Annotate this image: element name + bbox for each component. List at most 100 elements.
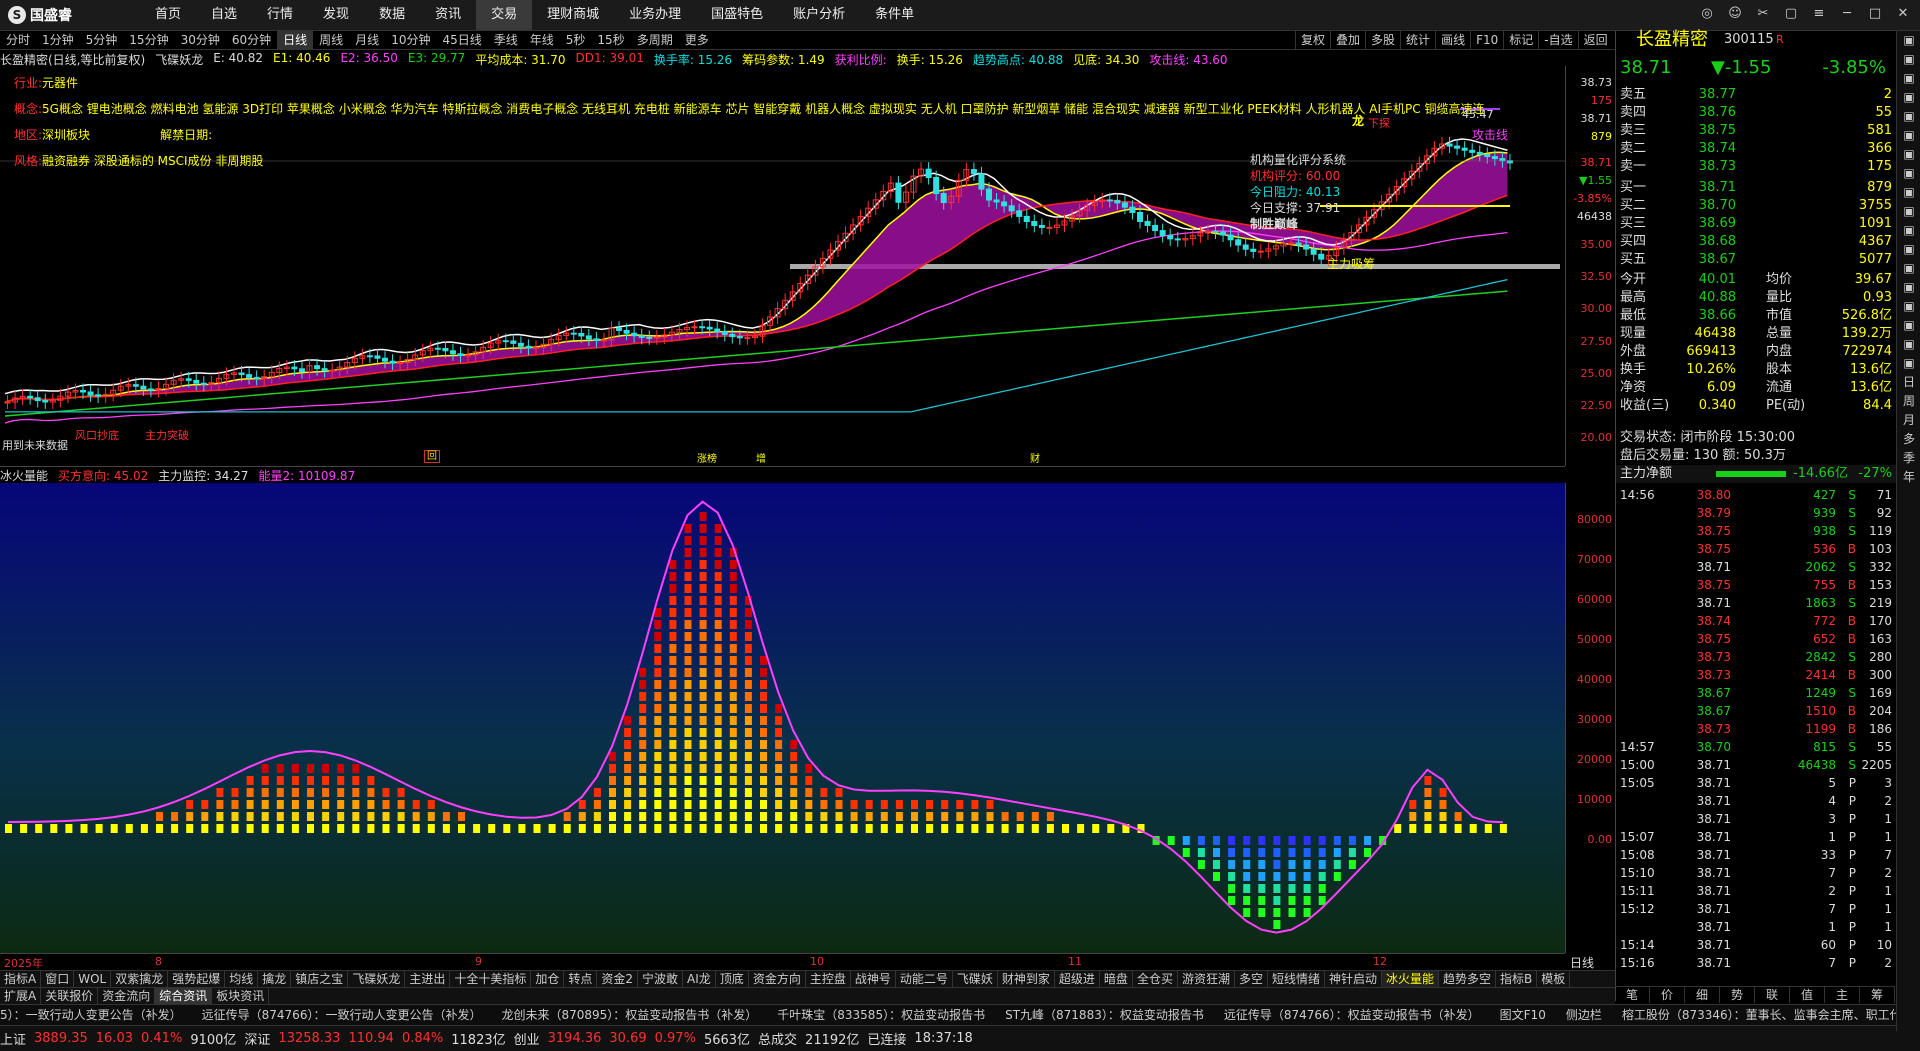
indicator-tab[interactable]: AI龙	[683, 971, 716, 987]
indicator-tab[interactable]: 战神号	[851, 971, 896, 987]
indicator-tab[interactable]: 强势起爆	[168, 971, 226, 987]
indicator-tab[interactable]: 趋势多空	[1439, 971, 1497, 987]
sidebar-period[interactable]: 多	[1897, 430, 1920, 449]
tools-icon[interactable]: ✂	[1752, 4, 1774, 24]
indicator-tab[interactable]: 十全十美指标	[450, 971, 532, 987]
quote-tab[interactable]: 主	[1825, 987, 1860, 1003]
sidebar-tool-icon[interactable]: ▣	[1897, 240, 1920, 259]
period-tab[interactable]: 30分钟	[175, 31, 226, 49]
event-marker[interactable]: 财	[1030, 450, 1040, 465]
news-item[interactable]: 远征传导（874766）：权益变动报告书（补发）	[1224, 1008, 1480, 1022]
period-tab[interactable]: 15秒	[591, 31, 630, 49]
menu-item[interactable]: 账户分析	[778, 0, 860, 30]
extension-tab[interactable]: 关联报价	[41, 988, 99, 1004]
indicator-tab[interactable]: 多空	[1235, 971, 1268, 987]
sidebar-tool-icon[interactable]: ▣	[1897, 31, 1920, 50]
sidebar-tool-icon[interactable]: ▣	[1897, 202, 1920, 221]
extension-tab[interactable]: 资金流向	[98, 988, 156, 1004]
minimize-icon[interactable]: ─	[1836, 4, 1858, 24]
sidebar-tool-icon[interactable]: ▣	[1897, 183, 1920, 202]
quote-tab[interactable]: 筹	[1860, 987, 1895, 1003]
indicator-tab[interactable]: 指标A	[0, 971, 42, 987]
tool-button[interactable]: 返回	[1577, 31, 1613, 49]
menu-item[interactable]: 业务办理	[614, 0, 696, 30]
sidebar-tool-icon[interactable]: ▣	[1897, 88, 1920, 107]
sidebar-tool-icon[interactable]: ▣	[1897, 107, 1920, 126]
sidebar-period[interactable]: 月	[1897, 411, 1920, 430]
news-item[interactable]: 榕工股份（873346）：董事长、监事会主席、职工代表	[1622, 1008, 1914, 1022]
indicator-tab[interactable]: 资金方向	[749, 971, 806, 987]
period-tab[interactable]: 多周期	[631, 31, 679, 49]
quote-tab[interactable]: 联	[1755, 987, 1790, 1003]
menu-item[interactable]: 发现	[308, 0, 364, 30]
menu-item[interactable]: 数据	[364, 0, 420, 30]
extension-tab[interactable]: 板块资讯	[212, 988, 270, 1004]
extension-tab[interactable]: 综合资讯	[155, 988, 213, 1004]
indicator-tab[interactable]: 资金2	[597, 971, 639, 987]
period-tab[interactable]: 月线	[349, 31, 385, 49]
indicator-tab[interactable]: WOL	[74, 971, 112, 987]
indicator-tab[interactable]: 镇店之宝	[291, 971, 349, 987]
menu-item[interactable]: 首页	[140, 0, 196, 30]
news-item[interactable]: 图文F10	[1500, 1008, 1546, 1022]
period-tab[interactable]: 45日线	[436, 31, 487, 49]
sidebar-period[interactable]: 季	[1897, 449, 1920, 468]
sidebar-tool-icon[interactable]: ▣	[1897, 354, 1920, 373]
message-icon[interactable]: ◎	[1696, 4, 1718, 24]
indicator-tab[interactable]: 冰火量能	[1382, 971, 1440, 987]
indicator-tab[interactable]: 游资狂潮	[1178, 971, 1235, 987]
tool-button[interactable]: 画线	[1435, 31, 1470, 49]
sidebar-tool-icon[interactable]: ▣	[1897, 69, 1920, 88]
quote-tab[interactable]: 细	[1685, 987, 1720, 1003]
news-item[interactable]: 龙创未来（870895）：权益变动报告书（补发）	[501, 1008, 757, 1022]
sidebar-period[interactable]: 周	[1897, 392, 1920, 411]
sidebar-tool-icon[interactable]: ▣	[1897, 316, 1920, 335]
period-tab[interactable]: 年线	[524, 31, 560, 49]
tool-button[interactable]: 叠加	[1330, 31, 1365, 49]
indicator-tab[interactable]: 顶底	[716, 971, 749, 987]
tool-button[interactable]: 多股	[1365, 31, 1400, 49]
news-item[interactable]: 千叶珠宝（833585）：权益变动报告书	[777, 1008, 985, 1022]
indicator-tab[interactable]: 指标B	[1496, 971, 1538, 987]
skin-icon[interactable]: ▢	[1780, 4, 1802, 24]
news-ticker[interactable]: 5）：一致行动人变更公告（补发） 远征传导（874766）：一致行动人变更公告（补…	[0, 1004, 1920, 1025]
menu-item[interactable]: 理财商城	[532, 0, 614, 30]
sidebar-period[interactable]: 日	[1897, 373, 1920, 392]
sidebar-tool-icon[interactable]: ▣	[1897, 278, 1920, 297]
period-tab[interactable]: 更多	[679, 31, 715, 49]
indicator-tab[interactable]: 窗口	[41, 971, 75, 987]
tool-button[interactable]: F10	[1470, 31, 1503, 49]
indicator-tab[interactable]: 宁波敢	[638, 971, 684, 987]
app-logo[interactable]: S 国盛睿	[8, 4, 72, 26]
ice-fire-volume-chart[interactable]	[0, 483, 1565, 953]
menu-item[interactable]: 自选	[196, 0, 252, 30]
period-tab[interactable]: 5秒	[560, 31, 592, 49]
period-tab[interactable]: 15分钟	[123, 31, 174, 49]
quote-tab[interactable]: 势	[1720, 987, 1755, 1003]
indicator-tab[interactable]: 暗盘	[1100, 971, 1133, 987]
period-tab[interactable]: 周线	[313, 31, 349, 49]
event-marker[interactable]: 增	[756, 450, 766, 465]
maximize-icon[interactable]: □	[1864, 4, 1886, 24]
extension-tab[interactable]: 扩展A	[0, 988, 42, 1004]
sidebar-tool-icon[interactable]: ▣	[1897, 335, 1920, 354]
period-tab[interactable]: 季线	[488, 31, 524, 49]
indicator-tab[interactable]: 短线情绪	[1268, 971, 1325, 987]
news-item[interactable]: 远征传导（874766）：一致行动人变更公告（补发）	[202, 1008, 482, 1022]
indicator-tab[interactable]: 超级进	[1055, 971, 1100, 987]
period-tab[interactable]: 10分钟	[385, 31, 436, 49]
indicator-tab[interactable]: 均线	[225, 971, 259, 987]
indicator-tab[interactable]: 模板	[1537, 971, 1571, 987]
indicator-tab[interactable]: 双紫擒龙	[111, 971, 169, 987]
menu-item[interactable]: 国盛特色	[696, 0, 778, 30]
indicator-tab[interactable]: 飞碟妖龙	[348, 971, 406, 987]
menu-item[interactable]: 交易	[476, 0, 533, 30]
indicator-tab[interactable]: 转点	[564, 971, 598, 987]
period-tab[interactable]: 60分钟	[226, 31, 277, 49]
sidebar-tool-icon[interactable]: ▣	[1897, 145, 1920, 164]
indicator-tab[interactable]: 神针启动	[1325, 971, 1383, 987]
indicator-tab[interactable]: 主控盘	[806, 971, 851, 987]
quote-tab[interactable]: 笔	[1615, 987, 1650, 1003]
sidebar-tool-icon[interactable]: ▣	[1897, 297, 1920, 316]
indicator-tab[interactable]: 动能二号	[896, 971, 953, 987]
